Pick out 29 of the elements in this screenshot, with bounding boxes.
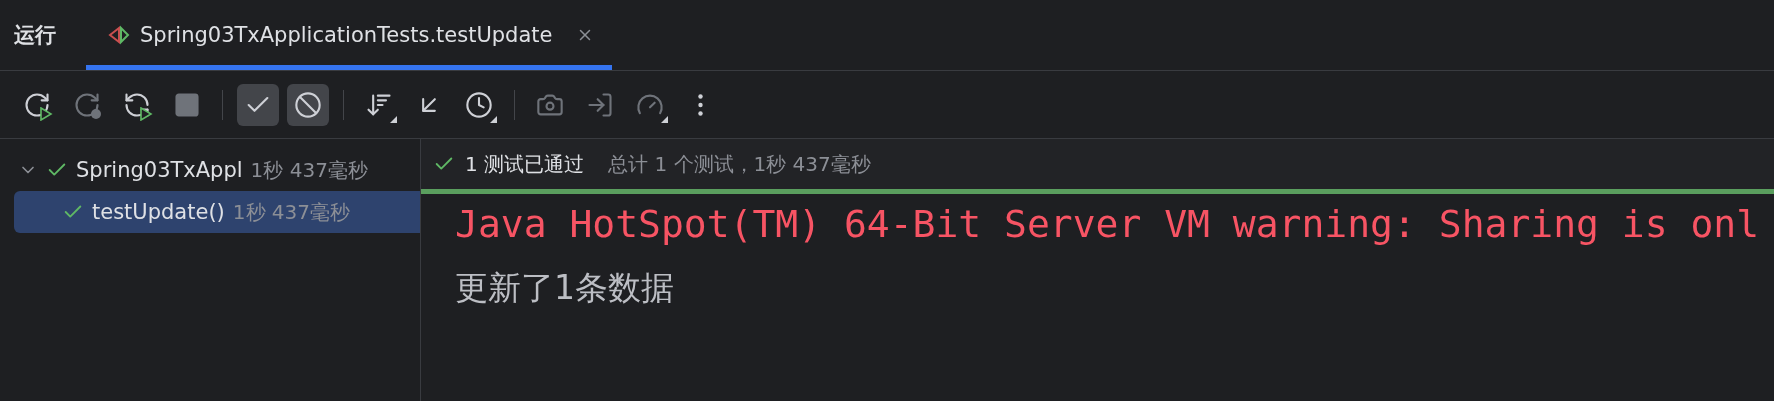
clock-icon xyxy=(465,90,493,119)
ban-icon xyxy=(294,90,322,119)
import-icon xyxy=(586,90,614,119)
rerun-icon xyxy=(23,90,51,119)
test-name: testUpdate() xyxy=(92,200,225,224)
tree-row[interactable]: testUpdate() 1秒 437毫秒 xyxy=(14,191,420,233)
show-passed-toggle[interactable] xyxy=(237,83,279,126)
test-duration: 1秒 437毫秒 xyxy=(232,198,351,226)
test-duration: 1秒 437毫秒 xyxy=(250,156,368,184)
status-detail: 总计 1 个测试，1秒 437毫秒 xyxy=(608,150,871,178)
stop-icon xyxy=(173,90,201,119)
play-icon xyxy=(39,106,53,121)
dropdown-corner-icon xyxy=(390,115,397,123)
run-tab[interactable]: Spring03TxApplicationTests.testUpdate xyxy=(86,0,613,70)
rerun-icon xyxy=(73,90,101,119)
refresh-icon xyxy=(123,90,151,119)
more-icon xyxy=(697,93,703,116)
dropdown-corner-icon xyxy=(490,115,497,123)
tree-row[interactable]: Spring03TxAppl 1秒 437毫秒 xyxy=(14,149,420,191)
show-ignored-toggle[interactable] xyxy=(287,83,329,126)
dot-icon xyxy=(90,107,102,120)
panel-title: 运行 xyxy=(14,22,56,49)
output-line: 更新了1条数据 xyxy=(455,267,675,309)
status-summary: 1 测试已通过 xyxy=(465,150,585,178)
test-icon xyxy=(108,24,130,46)
play-icon xyxy=(139,106,153,121)
test-name: Spring03TxAppl xyxy=(76,158,243,182)
error-output-line: Java HotSpot(TM) 64-Bit Server VM warning: Sharing is onl xyxy=(455,202,1761,246)
dropdown-corner-icon xyxy=(661,115,668,123)
